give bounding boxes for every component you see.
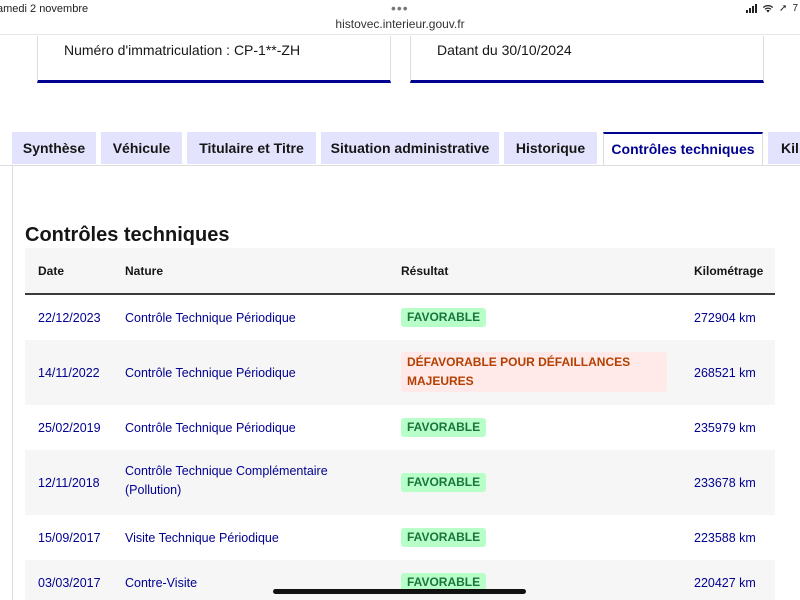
header-km: Kilométrage bbox=[694, 264, 764, 278]
tab-synthese[interactable]: Synthèse bbox=[12, 132, 96, 164]
signal-icon bbox=[746, 4, 758, 13]
cell-km: 268521 km bbox=[694, 366, 756, 380]
tab-controles-techniques[interactable]: Contrôles techniques bbox=[603, 132, 763, 166]
result-badge: FAVORABLE bbox=[401, 473, 487, 492]
tab-titulaire[interactable]: Titulaire et Titre bbox=[187, 132, 316, 164]
cell-date: 15/09/2017 bbox=[38, 531, 101, 545]
cell-date: 12/11/2018 bbox=[38, 476, 100, 490]
technical-inspections-table: Date Nature Résultat Kilométrage 22/12/2… bbox=[25, 248, 775, 600]
wifi-icon bbox=[762, 4, 774, 13]
more-dots-icon[interactable]: ••• bbox=[391, 0, 409, 16]
badge-favorable: FAVORABLE bbox=[401, 418, 487, 437]
result-badge: FAVORABLE bbox=[401, 308, 487, 327]
table-row: 12/11/2018 Contrôle Technique Complément… bbox=[25, 450, 775, 515]
cell-nature: Contrôle Technique Périodique bbox=[125, 366, 296, 380]
battery-level: 7 bbox=[792, 3, 798, 14]
cell-km: 223588 km bbox=[694, 531, 756, 545]
table-row: 03/03/2017 Contre-Visite FAVORABLE 22042… bbox=[25, 560, 775, 600]
badge-defavorable: DÉFAVORABLE POUR DÉFAILLANCES MAJEURES bbox=[401, 352, 667, 392]
registration-number: Numéro d'immatriculation : CP-1**-ZH bbox=[64, 42, 301, 58]
cell-date: 25/02/2019 bbox=[38, 421, 101, 435]
badge-favorable: FAVORABLE bbox=[401, 308, 487, 327]
cell-nature: Contrôle Technique Périodique bbox=[125, 311, 296, 325]
table-row: 25/02/2019 Contrôle Technique Périodique… bbox=[25, 405, 775, 450]
url-bar[interactable]: histovec.interieur.gouv.fr bbox=[0, 17, 800, 31]
status-icons: ➚ 7 bbox=[746, 3, 798, 14]
toolbar-divider bbox=[0, 34, 800, 35]
status-date: amedi 2 novembre bbox=[0, 3, 89, 15]
cell-nature: Contrôle Technique Périodique bbox=[125, 421, 296, 435]
badge-favorable: FAVORABLE bbox=[401, 473, 487, 492]
cell-km: 233678 km bbox=[694, 476, 756, 490]
result-badge: FAVORABLE bbox=[401, 418, 487, 437]
tab-historique[interactable]: Historique bbox=[504, 132, 597, 164]
badge-favorable: FAVORABLE bbox=[401, 528, 487, 547]
result-badge: DÉFAVORABLE POUR DÉFAILLANCES MAJEURES bbox=[401, 352, 667, 392]
home-indicator[interactable] bbox=[273, 589, 526, 594]
header-nature: Nature bbox=[125, 264, 164, 278]
table-row: 22/12/2023 Contrôle Technique Périodique… bbox=[25, 295, 775, 340]
table-header: Date Nature Résultat Kilométrage bbox=[25, 248, 775, 295]
header-date: Date bbox=[38, 264, 65, 278]
cell-nature: Contre-Visite bbox=[125, 576, 198, 590]
report-date-card: Datant du 30/10/2024 bbox=[410, 36, 764, 83]
table-row: 14/11/2022 Contrôle Technique Périodique… bbox=[25, 340, 775, 405]
page-title: Contrôles techniques bbox=[25, 224, 230, 246]
tab-kilometrage[interactable]: Kil bbox=[768, 132, 800, 164]
tab-situation-administrative[interactable]: Situation administrative bbox=[321, 132, 499, 164]
tab-vehicule[interactable]: Véhicule bbox=[101, 132, 182, 164]
table-row: 15/09/2017 Visite Technique Périodique F… bbox=[25, 515, 775, 560]
report-date: Datant du 30/10/2024 bbox=[437, 42, 572, 58]
cell-date: 22/12/2023 bbox=[38, 311, 101, 325]
tab-bar: Synthèse Véhicule Titulaire et Titre Sit… bbox=[0, 132, 800, 166]
panel-border bbox=[12, 165, 13, 600]
result-badge: FAVORABLE bbox=[401, 528, 487, 547]
cell-nature: Visite Technique Périodique bbox=[125, 531, 279, 545]
registration-card: Numéro d'immatriculation : CP-1**-ZH bbox=[37, 36, 391, 83]
cell-km: 272904 km bbox=[694, 311, 756, 325]
header-result: Résultat bbox=[401, 264, 449, 278]
location-icon: ➚ bbox=[779, 3, 788, 14]
cell-km: 235979 km bbox=[694, 421, 756, 435]
cell-km: 220427 km bbox=[694, 576, 756, 590]
cell-date: 03/03/2017 bbox=[38, 576, 101, 590]
cell-nature: Contrôle Technique Complémentaire (Pollu… bbox=[125, 464, 328, 497]
cell-date: 14/11/2022 bbox=[38, 366, 100, 380]
